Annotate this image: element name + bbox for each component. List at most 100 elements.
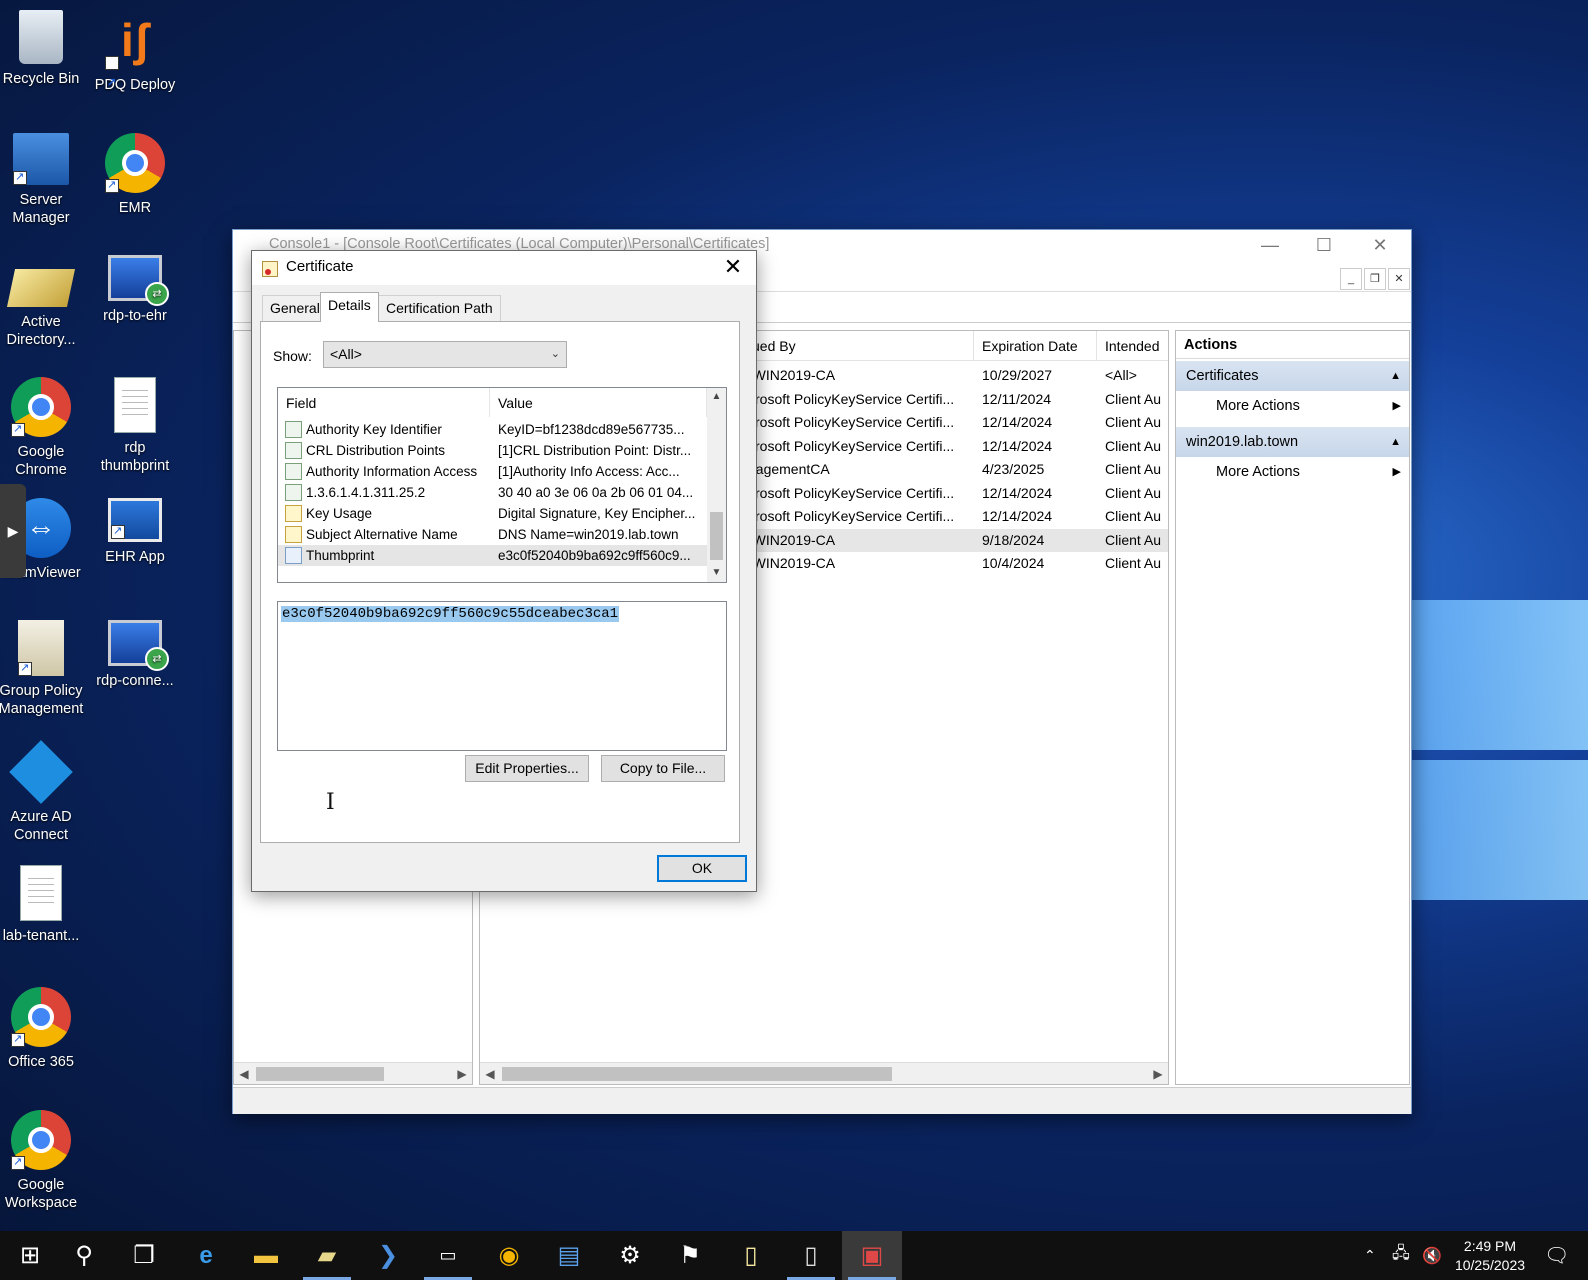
- list-item-selected[interactable]: Thumbprint e3c0f52040b9ba692c9ff560c9...: [278, 545, 707, 566]
- desktop-icon-azure-ad-connect[interactable]: Azure AD Connect: [0, 740, 87, 844]
- group-policy-taskbar-icon[interactable]: ▯: [781, 1231, 841, 1280]
- network-status-icon[interactable]: 🖧: [1392, 1231, 1410, 1280]
- file-explorer-icon[interactable]: ▬: [236, 1231, 296, 1280]
- desktop-icon-ehr-app[interactable]: EHR App: [89, 498, 181, 566]
- scroll-up-icon[interactable]: ▲: [707, 388, 726, 406]
- list-item[interactable]: Authority Information Access [1]Authority…: [278, 461, 707, 482]
- tab-general[interactable]: General: [262, 295, 328, 321]
- start-button[interactable]: ⊞: [0, 1231, 60, 1280]
- close-icon[interactable]: ✕: [1357, 232, 1403, 260]
- more-actions-win2019[interactable]: More Actions ▶: [1176, 457, 1409, 487]
- tree-hscrollbar[interactable]: ◀ ▶: [234, 1062, 472, 1084]
- list-hscrollbar[interactable]: ◀ ▶: [480, 1062, 1168, 1084]
- chrome-icon: [105, 133, 165, 194]
- actions-title: Actions: [1176, 331, 1409, 359]
- desktop-icon-server-manager[interactable]: Server Manager: [0, 133, 87, 227]
- actions-pane: Actions Certificates ▲ More Actions ▶ wi…: [1175, 330, 1410, 1085]
- mmc-taskbar-icon[interactable]: ▣: [842, 1231, 902, 1280]
- desktop-icon-rdp-conne[interactable]: ⇄ rdp-conne...: [89, 620, 181, 690]
- show-dropdown[interactable]: <All> ⌄: [323, 341, 567, 368]
- fields-vscrollbar[interactable]: ▲ ▼: [707, 388, 726, 582]
- scroll-thumb[interactable]: [256, 1067, 384, 1081]
- actions-group-win2019[interactable]: win2019.lab.town ▲: [1176, 427, 1409, 457]
- field-column-header[interactable]: Field: [278, 388, 490, 417]
- desktop-icon-google-workspace[interactable]: Google Workspace: [0, 1110, 87, 1212]
- ok-button[interactable]: OK: [657, 855, 747, 882]
- list-item[interactable]: CRL Distribution Points [1]CRL Distributi…: [278, 440, 707, 461]
- volume-muted-icon[interactable]: 🔇: [1422, 1231, 1442, 1280]
- gear-icon[interactable]: ⚙: [600, 1231, 660, 1280]
- inner-restore-icon[interactable]: ❐: [1364, 268, 1386, 290]
- search-icon[interactable]: ⚲: [54, 1231, 114, 1280]
- desktop-icon-active-directory[interactable]: Active Directory...: [0, 255, 87, 349]
- collapse-up-icon[interactable]: ▲: [1390, 427, 1401, 457]
- task-view-icon[interactable]: ❐: [114, 1231, 174, 1280]
- scroll-down-icon[interactable]: ▼: [707, 564, 726, 582]
- taskbar-clock[interactable]: 2:49 PM 10/25/2023: [1440, 1237, 1540, 1275]
- pdq-deploy-icon: iʃ: [105, 10, 165, 113]
- scroll-thumb[interactable]: [710, 512, 723, 560]
- chrome-icon[interactable]: ◉: [479, 1231, 539, 1280]
- notifications-icon[interactable]: 🗨: [1544, 1231, 1569, 1280]
- server-manager-taskbar-icon[interactable]: ▤: [539, 1231, 599, 1280]
- col-intended[interactable]: Intended: [1097, 331, 1168, 361]
- desktop-icon-google-chrome[interactable]: Google Chrome: [0, 377, 87, 479]
- selected-thumbprint-text[interactable]: e3c0f52040b9ba692c9ff560c9c55dceabec3ca1: [281, 606, 620, 622]
- col-expiration[interactable]: Expiration Date: [974, 331, 1097, 361]
- powershell-icon[interactable]: ❯: [358, 1231, 418, 1280]
- scroll-right-icon[interactable]: ▶: [452, 1063, 472, 1085]
- desktop-icon-recycle-bin[interactable]: Recycle Bin: [0, 10, 87, 88]
- tray-chevron-icon[interactable]: ⌃: [1364, 1231, 1376, 1280]
- desktop-icon-lab-tenant[interactable]: lab-tenant...: [0, 865, 87, 945]
- critical-extension-icon: [285, 526, 302, 543]
- maximize-icon[interactable]: ☐: [1301, 232, 1347, 260]
- list-item[interactable]: Subject Alternative Name DNS Name=win2019…: [278, 524, 707, 545]
- chrome-icon: [11, 987, 71, 1048]
- close-icon[interactable]: ✕: [718, 253, 748, 281]
- scroll-thumb[interactable]: [502, 1067, 892, 1081]
- desktop-icon-rdp-thumbprint[interactable]: rdp thumbprint: [89, 377, 181, 475]
- text-document-icon: [114, 377, 156, 433]
- col-issued-by[interactable]: ued By: [744, 331, 974, 361]
- desktop-icon-pdq-deploy[interactable]: iʃ PDQ Deploy: [89, 10, 181, 113]
- scroll-left-icon[interactable]: ◀: [234, 1063, 254, 1085]
- collapse-up-icon[interactable]: ▲: [1390, 361, 1401, 391]
- more-actions-certificates[interactable]: More Actions ▶: [1176, 391, 1409, 421]
- internet-explorer-icon[interactable]: e: [176, 1231, 236, 1280]
- desktop-icon-emr[interactable]: EMR: [89, 133, 181, 217]
- inner-close-icon[interactable]: ✕: [1388, 268, 1410, 290]
- copy-to-file-button[interactable]: Copy to File...: [601, 755, 725, 782]
- desktop-icon-office-365[interactable]: Office 365: [0, 987, 87, 1071]
- submenu-arrow-icon: ▶: [1392, 400, 1401, 412]
- fields-list[interactable]: Field Value Authority Key Identifier KeyI…: [277, 387, 727, 583]
- azure-ad-connect-icon: [9, 740, 73, 804]
- field-value-textbox[interactable]: e3c0f52040b9ba692c9ff560c9c55dceabec3ca1: [277, 601, 727, 751]
- side-panel-toggle[interactable]: ▶: [0, 484, 26, 578]
- desktop-icon-group-policy[interactable]: Group Policy Management: [0, 620, 87, 718]
- notepad-icon[interactable]: ▯: [721, 1231, 781, 1280]
- active-directory-taskbar-icon[interactable]: ▰: [297, 1231, 357, 1280]
- tab-certification-path[interactable]: Certification Path: [378, 295, 501, 321]
- desktop-icon-rdp-to-ehr[interactable]: ⇄ rdp-to-ehr: [89, 255, 181, 325]
- cmd-icon[interactable]: ▭: [418, 1231, 478, 1280]
- edit-properties-button[interactable]: Edit Properties...: [465, 755, 589, 782]
- extension-icon: [285, 484, 302, 501]
- network-icon[interactable]: ⚑: [660, 1231, 720, 1280]
- dialog-title: Certificate: [286, 258, 354, 275]
- clock-date: 10/25/2023: [1454, 1257, 1526, 1273]
- rdp-icon: ⇄: [108, 255, 169, 306]
- submenu-arrow-icon: ▶: [1392, 466, 1401, 478]
- scroll-right-icon[interactable]: ▶: [1148, 1063, 1168, 1084]
- list-item[interactable]: 1.3.6.1.4.1.311.25.2 30 40 a0 3e 06 0a 2b…: [278, 482, 707, 503]
- minimize-icon[interactable]: —: [1247, 232, 1293, 260]
- actions-group-certificates[interactable]: Certificates ▲: [1176, 361, 1409, 391]
- scroll-left-icon[interactable]: ◀: [480, 1063, 500, 1084]
- status-bar: [233, 1087, 1411, 1114]
- server-manager-icon: [13, 133, 69, 186]
- tab-details[interactable]: Details: [320, 292, 379, 322]
- list-item[interactable]: Key Usage Digital Signature, Key Encipher…: [278, 503, 707, 524]
- value-column-header[interactable]: Value: [490, 388, 707, 417]
- rdp-icon: ⇄: [108, 620, 169, 671]
- list-item[interactable]: Authority Key Identifier KeyID=bf1238dcd8…: [278, 419, 707, 440]
- inner-minimize-icon[interactable]: _: [1340, 268, 1362, 290]
